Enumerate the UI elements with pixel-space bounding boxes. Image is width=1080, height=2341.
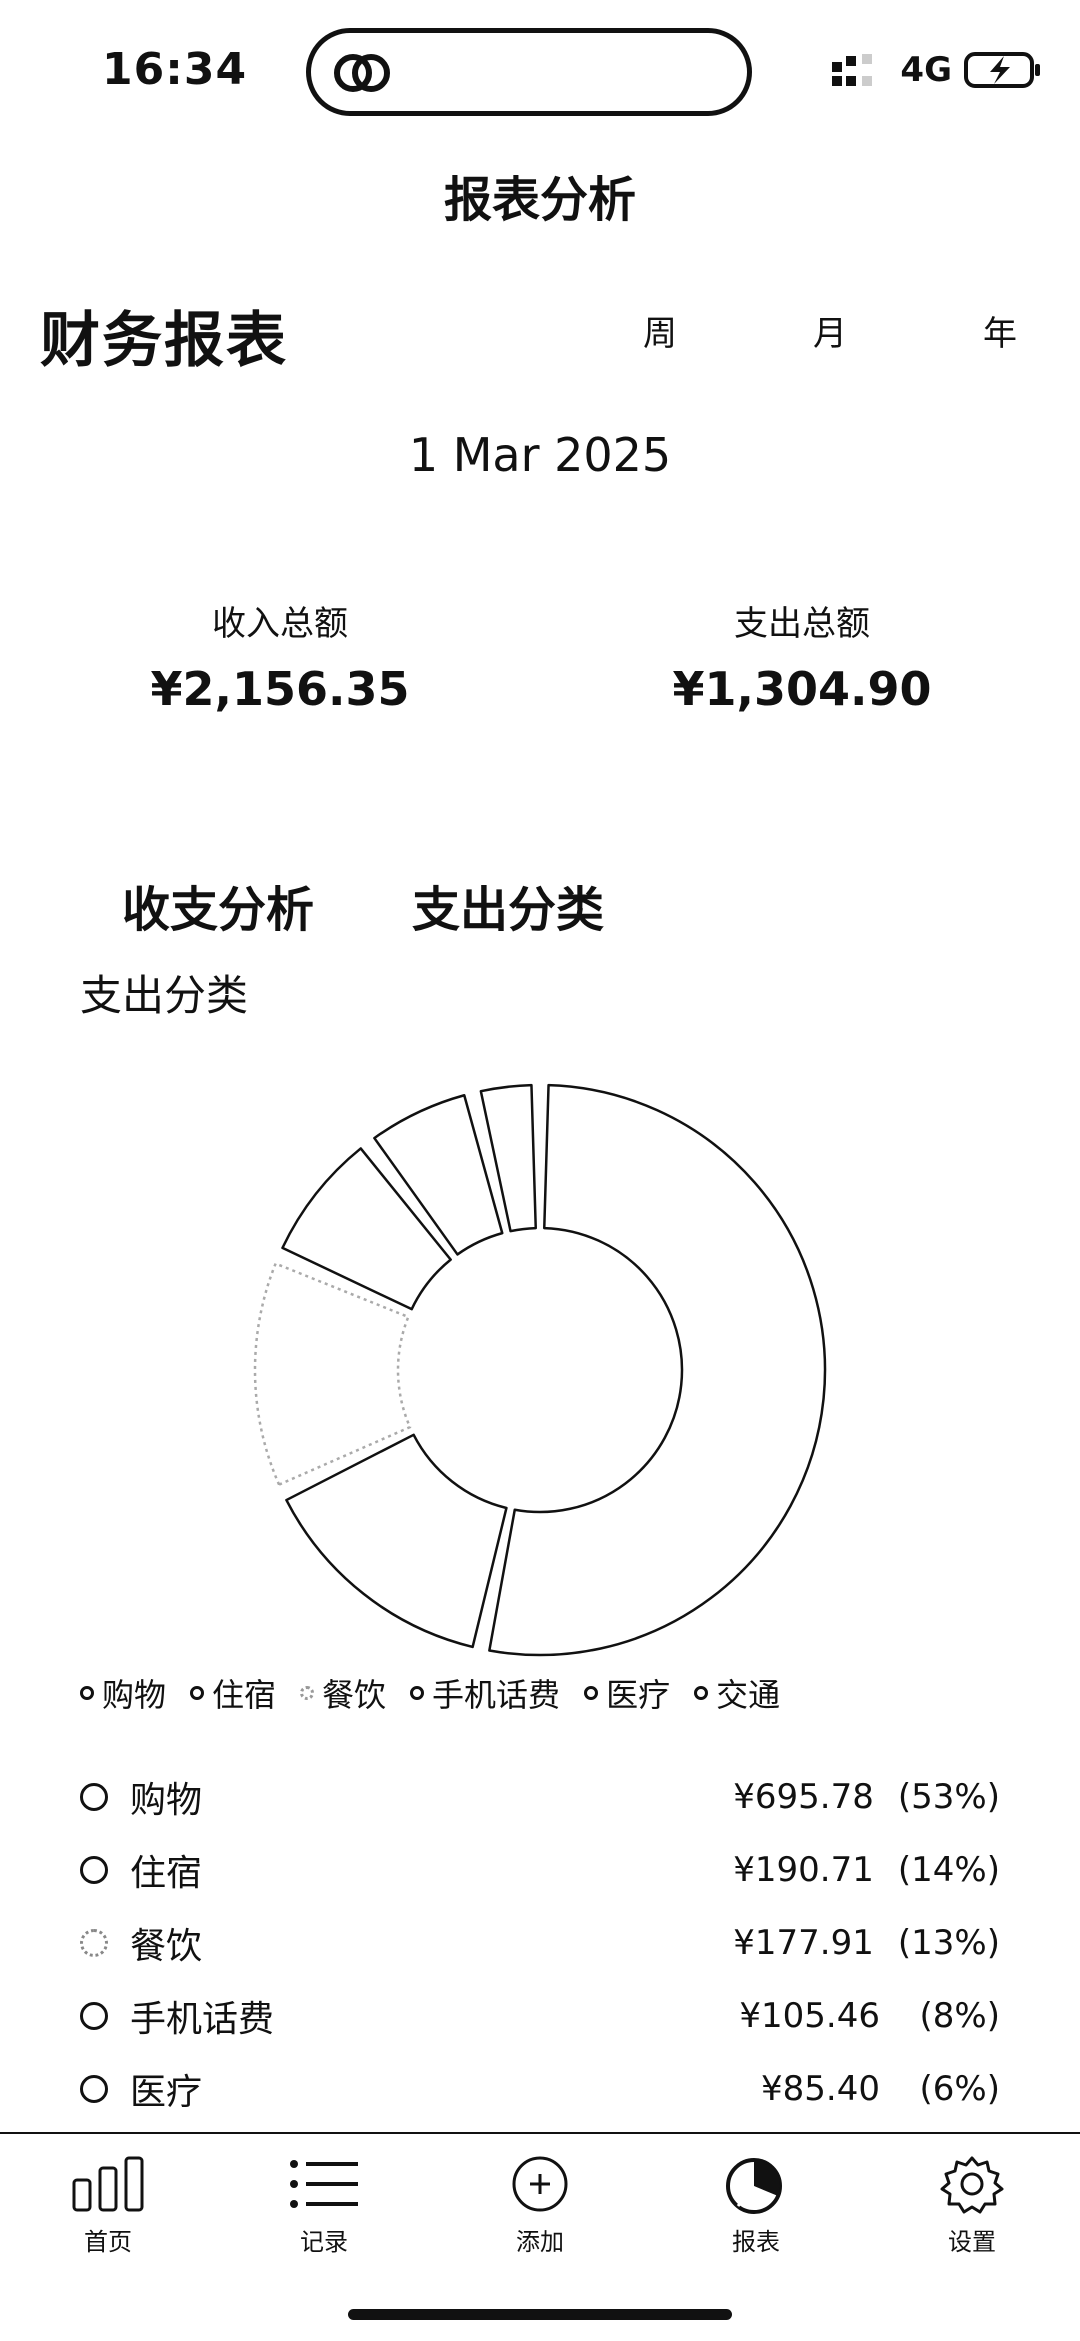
tab-label: 添加 (516, 2228, 564, 2256)
category-amount: ¥85.40 (761, 2068, 880, 2109)
list-icon (290, 2160, 358, 2208)
category-amount: ¥190.71 (733, 1849, 874, 1890)
donut-slice-1[interactable] (488, 1083, 827, 1657)
legend-item-medical: 医疗 (584, 1670, 670, 1716)
category-percent: (14%) (897, 1849, 1000, 1890)
list-item[interactable]: 医疗 ¥85.40 (6%) (80, 2052, 1000, 2125)
income-value: ¥2,156.35 (150, 662, 410, 716)
category-name: 手机话费 (130, 1998, 275, 2040)
tab-label: 首页 (84, 2228, 132, 2256)
legend-dot (584, 1686, 599, 1700)
tab-label: 记录 (300, 2228, 348, 2256)
nav-title: 报表分析 (443, 172, 636, 228)
home-indicator[interactable] (348, 2309, 732, 2320)
chart-legend: 购物 住宿 餐饮 手机话费 医疗 交通 (80, 1670, 804, 1716)
status-indicators: 4G (830, 50, 1042, 90)
dynamic-island (306, 28, 752, 116)
legend-item-dining: 餐饮 (300, 1670, 386, 1716)
tab-add[interactable]: 添加 (480, 2154, 600, 2257)
period-tab-year[interactable]: 年 (950, 306, 1050, 355)
expense-label: 支出总额 (734, 604, 870, 644)
category-list: 购物 ¥695.78 (53%) 住宿 ¥190.71 (14%) 餐饮 ¥17… (80, 1760, 1000, 2125)
category-percent: (13%) (897, 1922, 1000, 1963)
tab-label: 报表 (732, 2228, 780, 2256)
category-name: 住宿 (130, 1852, 203, 1894)
category-name: 购物 (130, 1779, 203, 1821)
category-dot (80, 1782, 108, 1811)
category-amount: ¥105.46 (739, 1995, 880, 2036)
period-tabs: 周 月 年 (610, 306, 1050, 355)
category-percent: (8%) (919, 1995, 1000, 2036)
pie-chart-icon (726, 2158, 782, 2214)
category-dot (80, 2001, 108, 2030)
category-name: 餐饮 (130, 1925, 203, 1967)
legend-dot (80, 1686, 94, 1700)
bar-chart-icon (72, 2156, 144, 2212)
gear-icon (940, 2156, 1004, 2214)
category-name: 医疗 (130, 2071, 203, 2113)
link-icon (334, 54, 390, 92)
tab-label: 设置 (948, 2228, 996, 2256)
list-item[interactable]: 餐饮 ¥177.91 (13%) (80, 1906, 1000, 1979)
category-amount: ¥177.91 (733, 1922, 874, 1963)
legend-item-lodging: 住宿 (190, 1670, 276, 1716)
section-label: 支出分类 (80, 971, 249, 1020)
legend-dot (300, 1686, 315, 1700)
income-label: 收入总额 (212, 604, 348, 644)
tab-settings[interactable]: 设置 (912, 2154, 1032, 2257)
add-circle-icon (512, 2156, 568, 2212)
network-type: 4G (900, 50, 952, 90)
category-percent: (53%) (897, 1776, 1000, 1817)
category-dot (80, 1855, 108, 1884)
legend-dot (190, 1686, 205, 1700)
report-date[interactable]: 1 Mar 2025 (0, 428, 1080, 482)
list-item[interactable]: 购物 ¥695.78 (53%) (80, 1760, 1000, 1833)
legend-item-transport: 交通 (694, 1670, 780, 1716)
legend-dot (694, 1686, 709, 1700)
category-percent: (6%) (919, 2068, 1000, 2109)
list-item[interactable]: 住宿 ¥190.71 (14%) (80, 1833, 1000, 1906)
battery-charging-icon (964, 52, 1040, 88)
list-item[interactable]: 手机话费 ¥105.46 (8%) (80, 1979, 1000, 2052)
expense-value: ¥1,304.90 (672, 662, 932, 716)
tab-income-expense-analysis[interactable]: 收支分析 (122, 870, 314, 940)
category-dot (80, 2074, 108, 2103)
category-dot (80, 1928, 108, 1957)
expense-donut-chart (253, 1083, 827, 1657)
legend-item-shopping: 购物 (80, 1670, 166, 1716)
page-title: 财务报表 (40, 306, 288, 376)
signal-icon (832, 54, 873, 86)
period-tab-week[interactable]: 周 (610, 306, 710, 355)
period-tab-month[interactable]: 月 (780, 306, 880, 355)
tab-expense-category[interactable]: 支出分类 (412, 870, 604, 940)
status-time: 16:34 (102, 44, 248, 95)
tab-home[interactable]: 首页 (48, 2154, 168, 2257)
tab-reports[interactable]: 报表 (696, 2154, 816, 2257)
category-amount: ¥695.78 (733, 1776, 874, 1817)
legend-dot (410, 1686, 425, 1700)
bottom-tab-bar: 首页 记录 添加 报表 设置 (0, 2132, 1080, 2264)
legend-item-phone-bill: 手机话费 (410, 1670, 560, 1716)
tab-records[interactable]: 记录 (264, 2154, 384, 2257)
